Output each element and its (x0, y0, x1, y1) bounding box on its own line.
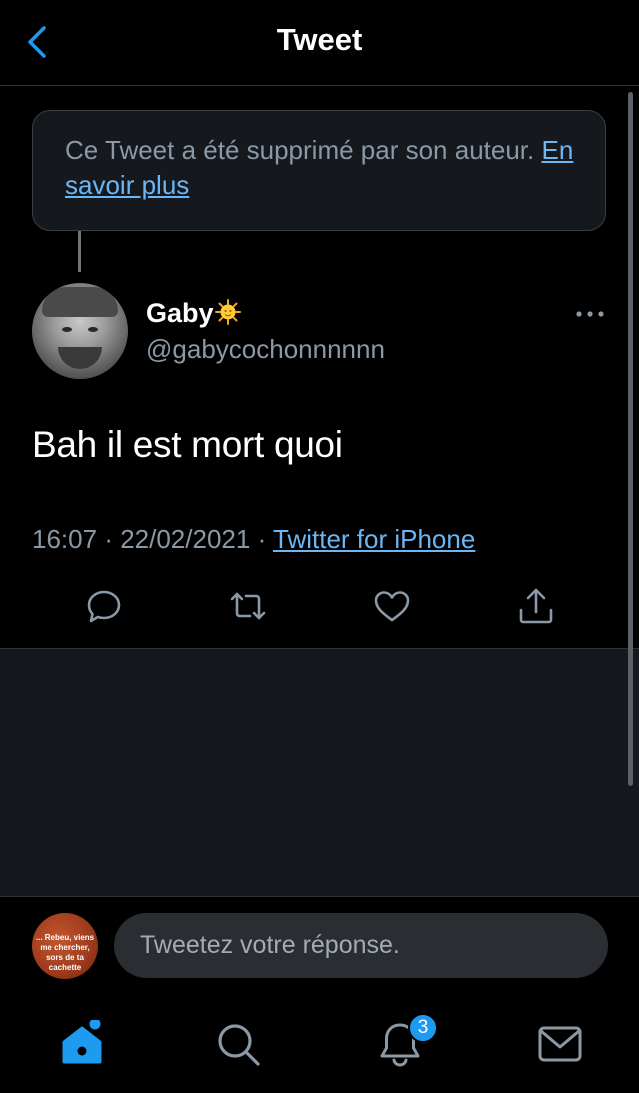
avatar-eye (88, 327, 98, 332)
author-name-text: Gaby (146, 298, 214, 328)
more-options-icon[interactable] (574, 308, 606, 320)
reply-icon[interactable] (84, 586, 124, 626)
avatar-eye (62, 327, 72, 332)
author-handle[interactable]: @gabycochonnnnnn (146, 334, 385, 365)
retweet-icon[interactable] (228, 586, 268, 626)
deleted-tweet-notice: Ce Tweet a été supprimé par son auteur. … (32, 110, 606, 231)
tweet-date: 22/02/2021 (120, 524, 251, 554)
tweet-time: 16:07 (32, 524, 98, 554)
author-name[interactable]: Gaby (146, 298, 241, 329)
replies-area (0, 649, 639, 896)
like-heart-icon[interactable] (372, 586, 412, 626)
meta-separator: · (257, 524, 273, 554)
avatar-caption: ... Rebeu, viens me chercher, sors de ta… (35, 933, 95, 972)
tweet-meta: 16:07 · 22/02/2021 · Twitter for iPhone (32, 524, 475, 555)
avatar-beard (58, 347, 102, 369)
author-avatar[interactable] (32, 283, 128, 379)
meta-separator: · (104, 524, 121, 554)
nav-header: Tweet (0, 0, 639, 86)
share-icon[interactable] (516, 586, 556, 626)
messages-envelope-icon[interactable] (536, 1020, 584, 1068)
search-icon[interactable] (214, 1020, 262, 1068)
reply-input[interactable]: Tweetez votre réponse. (114, 913, 608, 978)
scrollbar[interactable] (628, 92, 633, 786)
avatar-hair (42, 287, 118, 317)
notice-text: Ce Tweet a été supprimé par son auteur. (65, 135, 535, 165)
tweet-source-link[interactable]: Twitter for iPhone (273, 524, 475, 554)
page-title: Tweet (276, 22, 363, 57)
current-user-avatar[interactable]: ... Rebeu, viens me chercher, sors de ta… (32, 913, 98, 979)
home-icon[interactable] (58, 1020, 106, 1068)
notifications-badge: 3 (408, 1013, 438, 1043)
thread-connector-line (78, 231, 81, 272)
tweet-text: Bah il est mort quoi (32, 424, 343, 465)
sun-emoji-icon (214, 299, 241, 325)
